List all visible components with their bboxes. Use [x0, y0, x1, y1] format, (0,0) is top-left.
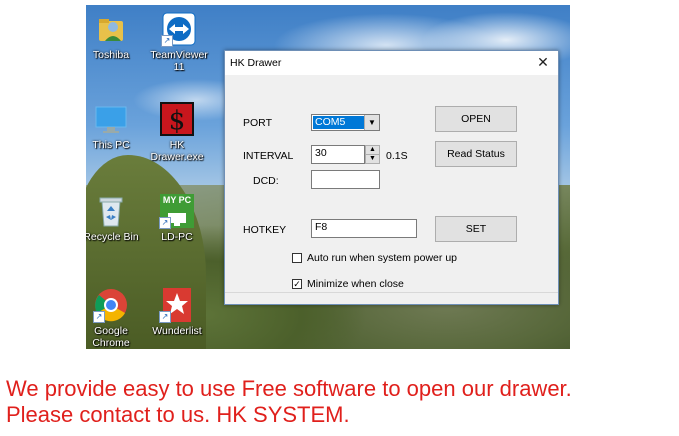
desktop-icon-recycle-bin[interactable]: Recycle Bin [86, 193, 146, 243]
teamviewer-icon: ↗ [161, 11, 197, 47]
desktop-icon-wunderlist[interactable]: ↗ Wunderlist [142, 287, 212, 337]
desktop-icon-teamviewer[interactable]: ↗ TeamViewer 11 [144, 11, 214, 73]
dcd-field[interactable] [311, 170, 380, 189]
icon-label: Google Chrome [92, 325, 130, 349]
recycle-bin-icon [93, 193, 129, 229]
icon-label: LD-PC [161, 231, 193, 243]
icon-label: TeamViewer 11 [150, 49, 208, 73]
hotkey-input[interactable]: F8 [311, 219, 417, 238]
port-selected-value: COM5 [313, 116, 364, 129]
icon-label: HK Drawer.exe [150, 139, 204, 163]
hk-drawer-window: HK Drawer ✕ PORT COM5 ▼ INTERVAL 30 ▲ ▼ … [224, 50, 559, 305]
my-pc-badge: MY PC [162, 195, 192, 205]
shortcut-arrow-icon: ↗ [159, 217, 171, 229]
set-button[interactable]: SET [435, 216, 517, 242]
window-title: HK Drawer [230, 57, 282, 69]
shortcut-arrow-icon: ↗ [161, 35, 173, 47]
wunderlist-icon: ↗ [159, 287, 195, 323]
auto-run-label: Auto run when system power up [307, 252, 457, 264]
svg-text:$: $ [169, 106, 186, 136]
port-label: PORT [243, 117, 272, 129]
desktop-icon-this-pc[interactable]: This PC [86, 101, 146, 151]
minimize-checkbox[interactable]: ✓ [292, 279, 302, 289]
chevron-down-icon[interactable]: ▼ [364, 115, 379, 130]
caption-line-2: Please contact to us. HK SYSTEM. [6, 402, 350, 427]
chrome-icon: ↗ [93, 287, 129, 323]
icon-label: Recycle Bin [86, 231, 139, 243]
desktop-icon-google-chrome[interactable]: ↗ Google Chrome [86, 287, 146, 349]
open-button[interactable]: OPEN [435, 106, 517, 132]
title-bar[interactable]: HK Drawer ✕ [225, 51, 558, 75]
monitor-icon [93, 101, 129, 137]
icon-label: Wunderlist [152, 325, 202, 337]
caption-line-1: We provide easy to use Free software to … [6, 376, 572, 401]
port-dropdown[interactable]: COM5 ▼ [311, 114, 380, 131]
hk-drawer-app-icon: $ [159, 101, 195, 137]
shortcut-arrow-icon: ↗ [159, 311, 171, 323]
desktop-icon-ld-pc[interactable]: MY PC ↗ LD-PC [142, 193, 212, 243]
hotkey-label: HOTKEY [243, 224, 287, 236]
interval-label: INTERVAL [243, 150, 294, 162]
read-status-button[interactable]: Read Status [435, 141, 517, 167]
promo-caption: We provide easy to use Free software to … [6, 376, 572, 428]
auto-run-checkbox[interactable] [292, 253, 302, 263]
user-folder-icon [93, 11, 129, 47]
dcd-label: DCD: [253, 175, 279, 187]
my-pc-icon: MY PC ↗ [159, 193, 195, 229]
interval-input[interactable]: 30 [311, 145, 365, 164]
check-mark-icon: ✓ [293, 279, 301, 289]
shortcut-arrow-icon: ↗ [93, 311, 105, 323]
icon-label: Toshiba [92, 49, 130, 61]
spin-up-icon[interactable]: ▲ [366, 146, 379, 155]
desktop-icon-hk-drawer[interactable]: $ HK Drawer.exe [142, 101, 212, 163]
close-icon[interactable]: ✕ [534, 53, 552, 71]
divider [225, 292, 558, 293]
interval-unit-label: 0.1S [386, 150, 408, 162]
spin-down-icon[interactable]: ▼ [366, 155, 379, 163]
desktop-icon-toshiba[interactable]: Toshiba [86, 11, 146, 61]
interval-spinner[interactable]: ▲ ▼ [365, 145, 380, 164]
icon-label: This PC [92, 139, 130, 151]
dialog-client-area: PORT COM5 ▼ INTERVAL 30 ▲ ▼ 0.1S DCD: HO… [225, 75, 558, 304]
minimize-label: Minimize when close [307, 278, 404, 290]
